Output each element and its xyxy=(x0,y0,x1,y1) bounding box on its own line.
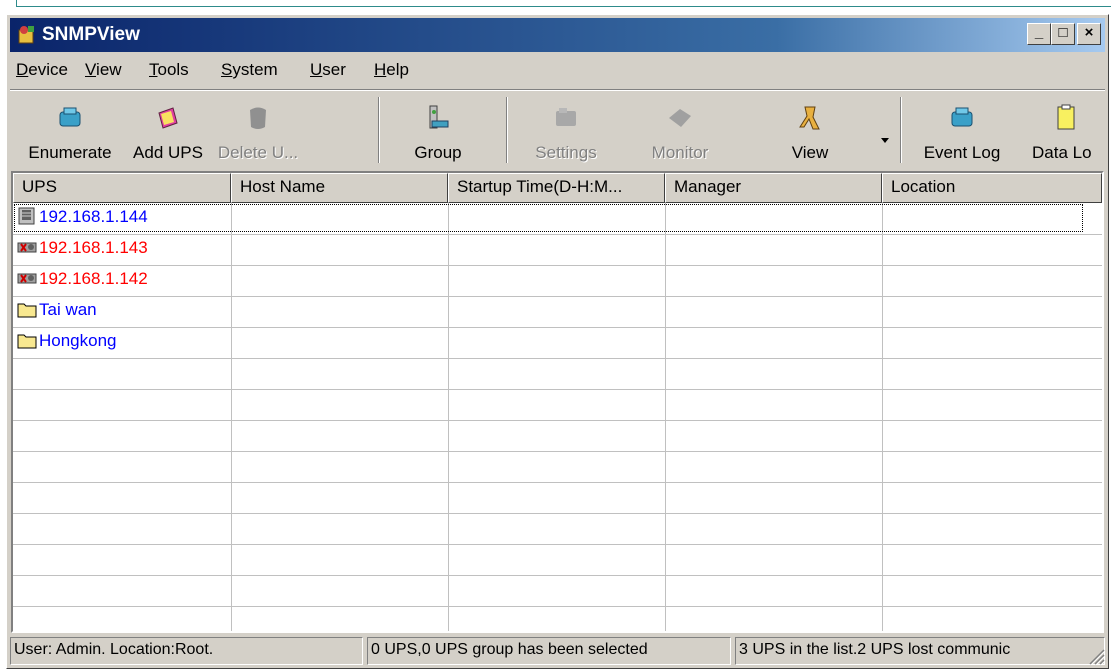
status-bar: User: Admin. Location:Root. 0 UPS,0 UPS … xyxy=(10,637,1105,667)
column-header-location[interactable]: Location xyxy=(882,173,1102,203)
column-header-startup-time[interactable]: Startup Time(D-H:M... xyxy=(448,173,665,203)
status-user-location: User: Admin. Location:Root. xyxy=(10,637,363,665)
resize-grip-icon[interactable] xyxy=(1087,647,1105,665)
ups-list-view[interactable]: UPS Host Name Startup Time(D-H:M... Mana… xyxy=(11,171,1104,633)
event-log-button[interactable]: Event Log xyxy=(912,93,1012,171)
table-row[interactable]: Tai wan xyxy=(13,296,1102,327)
grid-line xyxy=(13,451,1102,452)
ups-name: 192.168.1.143 xyxy=(39,238,148,257)
delete-ups-icon xyxy=(250,107,266,129)
view-dropdown-arrow-icon[interactable] xyxy=(880,137,890,145)
menu-tools[interactable]: Tools xyxy=(149,60,189,80)
table-row[interactable]: 192.168.1.142 xyxy=(13,265,1102,296)
focus-rect xyxy=(14,204,1083,232)
window-title: SNMPView xyxy=(42,24,140,45)
toolbar-divider xyxy=(10,89,1105,91)
ups-name: 192.168.1.142 xyxy=(39,269,148,288)
minimize-icon: _ xyxy=(1034,24,1044,41)
ups-lost-icon xyxy=(17,242,37,253)
grid-line xyxy=(13,544,1102,545)
grid-line xyxy=(13,513,1102,514)
toolbar-separator xyxy=(900,97,902,163)
grid-line xyxy=(13,358,1102,359)
toolbar: Enumerate Add UPS Delete U... Group Sett… xyxy=(10,93,1105,171)
title-bar[interactable]: SNMPView _ □ × xyxy=(10,18,1105,52)
group-icon xyxy=(429,105,449,129)
column-header-manager[interactable]: Manager xyxy=(665,173,882,203)
settings-button[interactable]: Settings xyxy=(514,93,618,171)
enumerate-icon xyxy=(59,107,81,127)
delete-ups-button[interactable]: Delete U... xyxy=(214,93,302,171)
event-log-icon xyxy=(951,107,973,127)
folder-icon xyxy=(17,303,37,318)
menu-system[interactable]: System xyxy=(221,60,278,80)
grid-line xyxy=(13,575,1102,576)
close-button[interactable]: × xyxy=(1077,23,1101,45)
ups-lost-icon xyxy=(17,273,37,284)
ups-name: 192.168.1.144 xyxy=(39,207,148,226)
settings-icon xyxy=(556,108,576,126)
status-summary: 3 UPS in the list.2 UPS lost communic xyxy=(735,637,1105,665)
menu-view[interactable]: View xyxy=(85,60,122,80)
desktop-edge xyxy=(0,0,1111,14)
status-selection: 0 UPS,0 UPS group has been selected xyxy=(367,637,731,665)
monitor-icon xyxy=(669,109,691,127)
menu-help[interactable]: Help xyxy=(374,60,409,80)
group-name: Hongkong xyxy=(39,331,117,350)
maximize-button[interactable]: □ xyxy=(1051,23,1075,45)
menu-user[interactable]: User xyxy=(310,60,346,80)
grid-line xyxy=(13,389,1102,390)
data-log-icon xyxy=(1057,104,1075,130)
group-button[interactable]: Group xyxy=(394,93,482,171)
add-ups-button[interactable]: Add UPS xyxy=(124,93,212,171)
app-icon xyxy=(18,26,34,44)
data-log-button[interactable]: Data Lo xyxy=(1024,93,1108,171)
menu-bar: Device View Tools System User Help xyxy=(10,55,1105,85)
monitor-button[interactable]: Monitor xyxy=(628,93,732,171)
view-icon xyxy=(799,106,820,130)
add-ups-icon xyxy=(158,107,178,129)
grid-line xyxy=(13,606,1102,607)
snmpview-window: SNMPView _ □ × Device View Tools System … xyxy=(6,14,1109,669)
toolbar-separator xyxy=(378,97,380,163)
group-name: Tai wan xyxy=(39,300,97,319)
grid-line xyxy=(13,482,1102,483)
table-row[interactable]: 192.168.1.143 xyxy=(13,234,1102,265)
folder-icon xyxy=(17,334,37,349)
view-button[interactable]: View xyxy=(762,93,858,171)
ups-online-icon xyxy=(18,207,35,225)
table-row[interactable]: 192.168.1.144 xyxy=(13,203,1102,234)
close-icon: × xyxy=(1084,24,1094,41)
grid-line xyxy=(13,420,1102,421)
enumerate-button[interactable]: Enumerate xyxy=(16,93,124,171)
column-header-ups[interactable]: UPS xyxy=(13,173,231,203)
maximize-icon: □ xyxy=(1058,24,1068,41)
menu-device[interactable]: Device xyxy=(16,60,68,80)
column-header-host-name[interactable]: Host Name xyxy=(231,173,448,203)
toolbar-separator xyxy=(506,97,508,163)
minimize-button[interactable]: _ xyxy=(1027,23,1051,45)
table-row[interactable]: Hongkong xyxy=(13,327,1102,358)
